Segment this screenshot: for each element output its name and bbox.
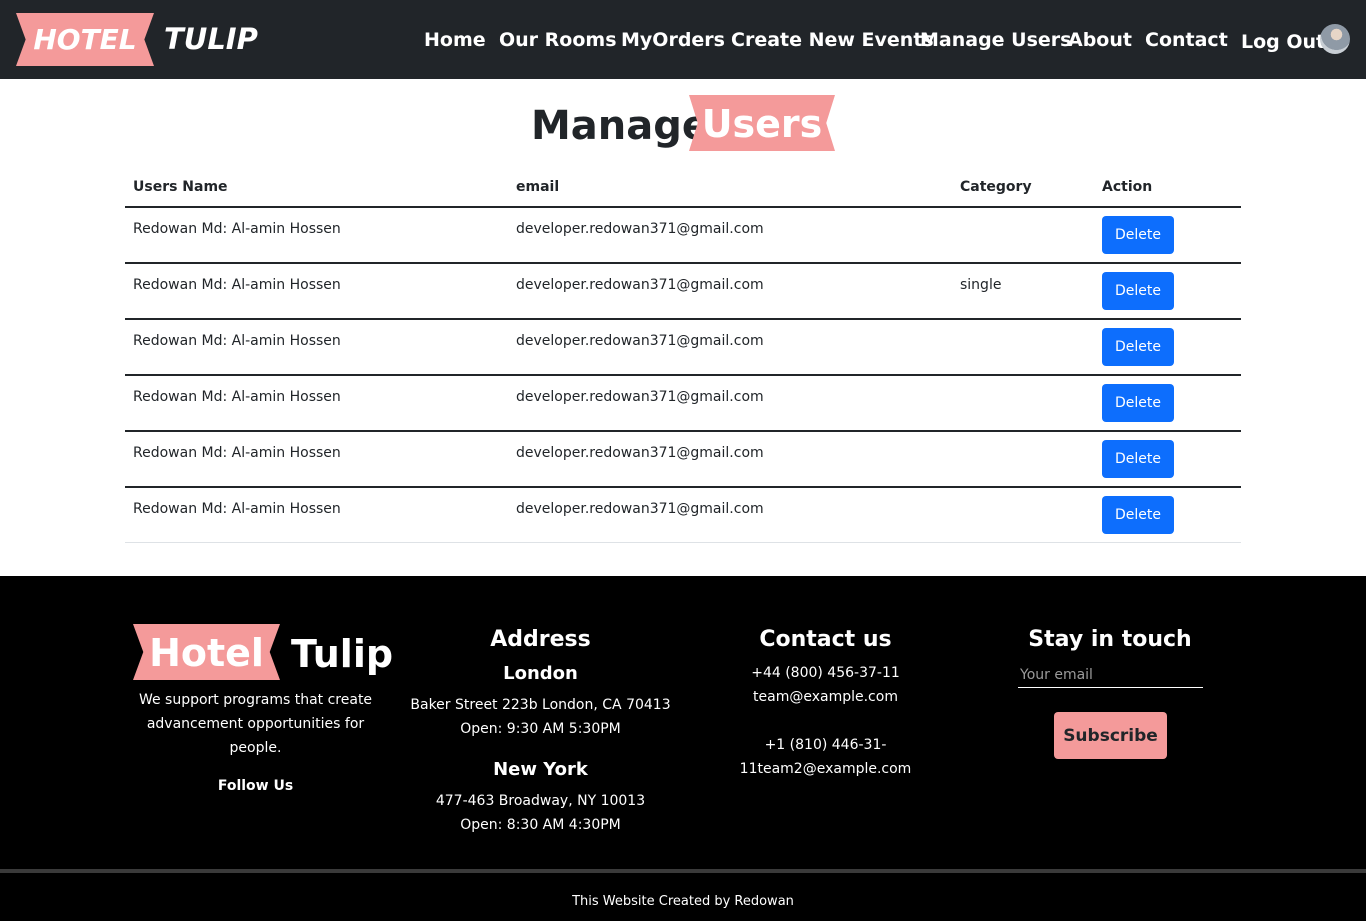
table-row: Redowan Md: Al-amin Hossen developer.red… [125, 264, 1241, 320]
newsletter-email-input[interactable] [1018, 663, 1203, 688]
footer-tagline-line-2: advancement opportunities for [146, 716, 365, 732]
stay-in-touch-heading: Stay in touch [1028, 627, 1192, 652]
london-address: Baker Street 223b London, CA 70413 [410, 697, 671, 713]
avatar[interactable] [1320, 24, 1350, 54]
footer-divider [0, 869, 1366, 873]
address-city-new-york: New York [493, 759, 588, 780]
page-title-ribbon: Users [689, 95, 835, 151]
cell-name: Redowan Md: Al-amin Hossen [133, 445, 341, 461]
new-york-hours: Open: 8:30 AM 4:30PM [460, 817, 621, 833]
contact-phone-2[interactable]: +1 (810) 446-31- [700, 733, 951, 757]
cell-email: developer.redowan371@gmail.com [516, 445, 764, 461]
cell-email: developer.redowan371@gmail.com [516, 333, 764, 349]
nav-my-orders[interactable]: MyOrders [621, 24, 725, 56]
footer-brand-left: Hotel [149, 631, 264, 675]
cell-email: developer.redowan371@gmail.com [516, 221, 764, 237]
address-city-london: London [503, 663, 578, 684]
navbar: HOTEL TULIP Home Our Rooms MyOrders Crea… [0, 0, 1366, 79]
follow-us-label: Follow Us [217, 778, 294, 794]
cell-email: developer.redowan371@gmail.com [516, 277, 764, 293]
london-hours: Open: 9:30 AM 5:30PM [460, 721, 621, 737]
header-category: Category [960, 179, 1032, 195]
cell-email: developer.redowan371@gmail.com [516, 501, 764, 517]
table-row: Redowan Md: Al-amin Hossen developer.red… [125, 488, 1241, 543]
delete-button[interactable]: Delete [1102, 328, 1174, 366]
contact-phone-1[interactable]: +44 (800) 456-37-11 [700, 661, 951, 685]
footer-tagline-line-1: We support programs that create [138, 692, 373, 708]
nav-manage-users[interactable]: Manage Users [920, 24, 1071, 56]
delete-button[interactable]: Delete [1102, 384, 1174, 422]
contact-email-1[interactable]: team@example.com [700, 685, 951, 709]
table-row: Redowan Md: Al-amin Hossen developer.red… [125, 376, 1241, 432]
footer: Hotel Tulip We support programs that cre… [0, 576, 1366, 921]
table-row: Redowan Md: Al-amin Hossen developer.red… [125, 208, 1241, 264]
contact-email-2[interactable]: 11team2@example.com [700, 757, 951, 781]
footer-brand-right: Tulip [291, 632, 394, 676]
nav-links: Home Our Rooms MyOrders Create New Event… [0, 24, 1366, 56]
header-users-name: Users Name [133, 179, 228, 195]
cell-email: developer.redowan371@gmail.com [516, 389, 764, 405]
header-action: Action [1102, 179, 1153, 195]
new-york-address: 477-463 Broadway, NY 10013 [435, 793, 646, 809]
delete-button[interactable]: Delete [1102, 216, 1174, 254]
nav-about[interactable]: About [1068, 24, 1132, 56]
nav-home[interactable]: Home [424, 24, 486, 56]
footer-credit: This Website Created by Redowan [572, 894, 794, 909]
nav-create-new-events[interactable]: Create New Events [731, 24, 934, 56]
logout-link[interactable]: Log Out [1241, 26, 1325, 58]
header-email: email [516, 179, 560, 195]
table-row: Redowan Md: Al-amin Hossen developer.red… [125, 432, 1241, 488]
table-row: Redowan Md: Al-amin Hossen developer.red… [125, 320, 1241, 376]
footer-tagline-line-3: people. [229, 740, 282, 756]
cell-name: Redowan Md: Al-amin Hossen [133, 501, 341, 517]
cell-name: Redowan Md: Al-amin Hossen [133, 389, 341, 405]
page-title: Manage [531, 103, 710, 149]
subscribe-button[interactable]: Subscribe [1054, 712, 1167, 759]
users-table: Users Name email Category Action Redowan… [125, 168, 1241, 543]
delete-button[interactable]: Delete [1102, 496, 1174, 534]
cell-name: Redowan Md: Al-amin Hossen [133, 221, 341, 237]
nav-our-rooms[interactable]: Our Rooms [499, 24, 617, 56]
page-title-highlight: Users [701, 102, 823, 146]
delete-button[interactable]: Delete [1102, 272, 1174, 310]
cell-name: Redowan Md: Al-amin Hossen [133, 277, 341, 293]
table-header: Users Name email Category Action [125, 168, 1241, 208]
delete-button[interactable]: Delete [1102, 440, 1174, 478]
nav-contact[interactable]: Contact [1145, 24, 1228, 56]
footer-brand-ribbon: Hotel [133, 624, 280, 680]
cell-category: single [960, 277, 1002, 293]
contact-heading: Contact us [759, 627, 892, 652]
cell-name: Redowan Md: Al-amin Hossen [133, 333, 341, 349]
address-heading: Address [490, 627, 591, 652]
